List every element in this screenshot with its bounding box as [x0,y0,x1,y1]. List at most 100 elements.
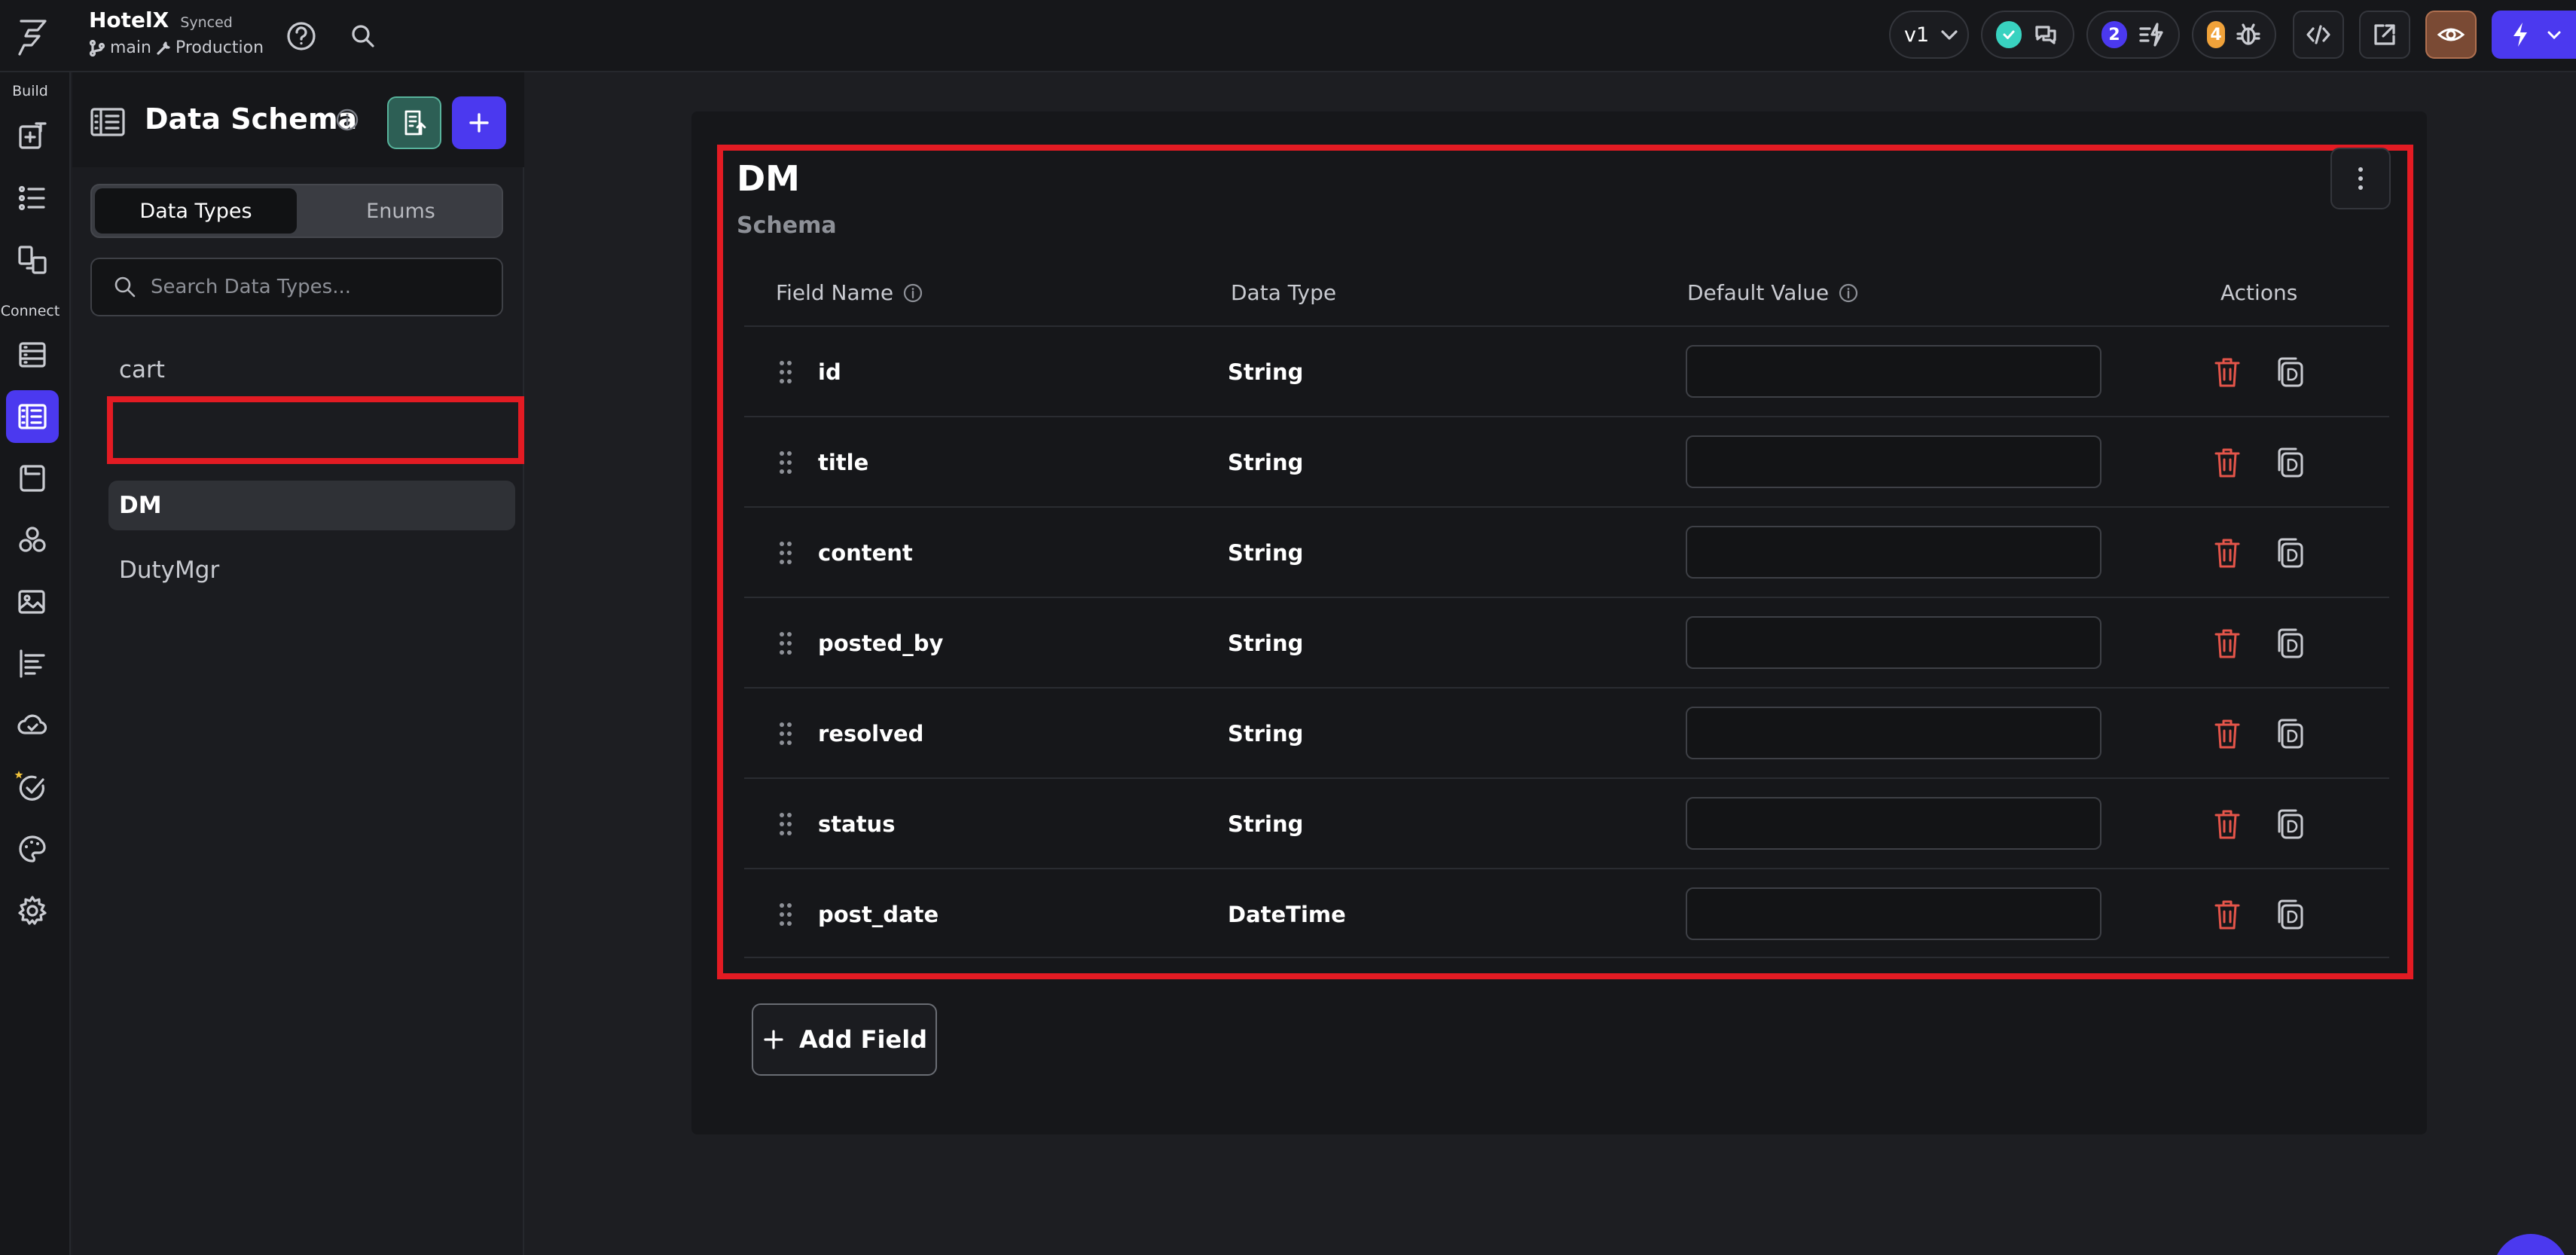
info-icon[interactable] [334,107,360,133]
schema-options-button[interactable] [2330,148,2391,209]
comments-icon [2032,21,2059,48]
search-icon[interactable] [346,20,380,53]
run-button[interactable] [2492,11,2576,59]
field-data-type[interactable]: DateTime [1228,869,1346,960]
open-external-button[interactable] [2359,11,2410,59]
duplicate-icon[interactable] [2272,806,2308,842]
schema-title: DM [737,158,800,199]
status-comments-pill[interactable] [1981,11,2074,59]
drag-handle-icon[interactable] [777,899,794,930]
trash-icon[interactable] [2210,716,2245,752]
tab-data-types[interactable]: Data Types [95,188,297,234]
rail-app-state[interactable] [6,452,59,505]
drag-handle-icon[interactable] [777,628,794,658]
project-info[interactable]: HotelX Synced main Production [89,8,264,57]
flutterflow-logo-icon[interactable] [12,17,53,57]
table-row: id String [744,325,2389,416]
field-data-type[interactable]: String [1228,689,1303,779]
data-type-item-dutymgr[interactable]: DutyMgr [108,545,509,595]
data-type-item-cart[interactable]: cart [108,345,509,395]
drag-handle-icon[interactable] [777,447,794,478]
duplicate-icon[interactable] [2272,444,2308,481]
column-header-default-value: Default Value [1687,280,1859,305]
default-value-input[interactable] [1686,887,2101,940]
trash-icon[interactable] [2210,806,2245,842]
default-value-input[interactable] [1686,435,2101,488]
schema-subtitle: Schema [737,212,837,239]
table-row: posted_by String [744,597,2389,687]
drag-handle-icon[interactable] [777,719,794,749]
default-value-input[interactable] [1686,345,2101,398]
field-name[interactable]: posted_by [818,598,943,689]
app-state-icon [17,463,48,494]
field-name[interactable]: title [818,417,868,508]
duplicate-icon[interactable] [2272,354,2308,390]
default-value-input[interactable] [1686,526,2101,579]
default-value-input[interactable] [1686,707,2101,759]
version-label: v1 [1904,23,1930,47]
add-data-type-button[interactable] [452,96,506,149]
trash-icon[interactable] [2210,444,2245,481]
info-icon[interactable] [1838,282,1859,304]
field-data-type[interactable]: String [1228,508,1303,598]
drag-handle-icon[interactable] [777,809,794,839]
issues-pill[interactable]: 4 [2192,11,2276,59]
help-chat-bubble[interactable] [2493,1234,2568,1255]
trash-icon[interactable] [2210,535,2245,571]
field-data-type[interactable]: String [1228,598,1303,689]
database-icon [17,339,48,371]
field-data-type[interactable]: String [1228,779,1303,869]
help-icon[interactable] [285,20,318,53]
chevron-down-icon [1940,25,1959,44]
api-list-icon [17,648,48,679]
drag-handle-icon[interactable] [777,357,794,387]
trash-icon[interactable] [2210,896,2245,933]
field-name[interactable]: post_date [818,869,939,960]
rail-settings[interactable] [6,884,59,937]
image-icon [17,586,48,618]
default-value-input[interactable] [1686,616,2101,669]
notifications-pill[interactable]: 2 [2086,11,2180,59]
field-name[interactable]: content [818,508,913,598]
default-value-input[interactable] [1686,797,2101,850]
field-name-header-label: Field Name [776,280,894,305]
rail-integrations[interactable] [6,514,59,566]
field-name[interactable]: status [818,779,895,869]
rail-components[interactable] [6,234,59,286]
info-icon[interactable] [902,282,923,304]
table-row: status String [744,777,2389,868]
components-icon [17,244,48,276]
search-data-types-input[interactable] [151,276,482,298]
rail-api-calls[interactable] [6,637,59,690]
duplicate-icon[interactable] [2272,716,2308,752]
drag-handle-icon[interactable] [777,538,794,568]
connect-section-label: Connect [0,303,60,319]
rail-agents[interactable] [6,761,59,814]
field-name[interactable]: resolved [818,689,923,779]
add-field-button[interactable]: Add Field [752,1003,937,1076]
preview-button[interactable] [2425,11,2477,59]
rail-cloud-functions[interactable] [6,699,59,752]
duplicate-icon[interactable] [2272,625,2308,661]
field-name[interactable]: id [818,327,841,417]
duplicate-icon[interactable] [2272,896,2308,933]
rail-media-assets[interactable] [6,576,59,628]
rail-theme[interactable] [6,823,59,875]
import-schema-button[interactable] [387,96,441,149]
rail-data-schema[interactable] [6,390,59,443]
trash-icon[interactable] [2210,625,2245,661]
trash-icon[interactable] [2210,354,2245,390]
field-data-type[interactable]: String [1228,327,1303,417]
top-bar: HotelX Synced main Production v1 2 4 [0,0,2576,72]
code-view-button[interactable] [2293,11,2344,59]
rail-add-widget[interactable] [6,110,59,163]
rail-widget-tree[interactable] [6,172,59,224]
tab-enums[interactable]: Enums [301,188,500,234]
data-type-item-dm[interactable]: DM [108,481,515,530]
more-vertical-icon [2356,165,2365,192]
version-selector[interactable]: v1 [1889,11,1969,59]
rail-firestore[interactable] [6,328,59,381]
star-check-icon [14,769,50,805]
duplicate-icon[interactable] [2272,535,2308,571]
field-data-type[interactable]: String [1228,417,1303,508]
